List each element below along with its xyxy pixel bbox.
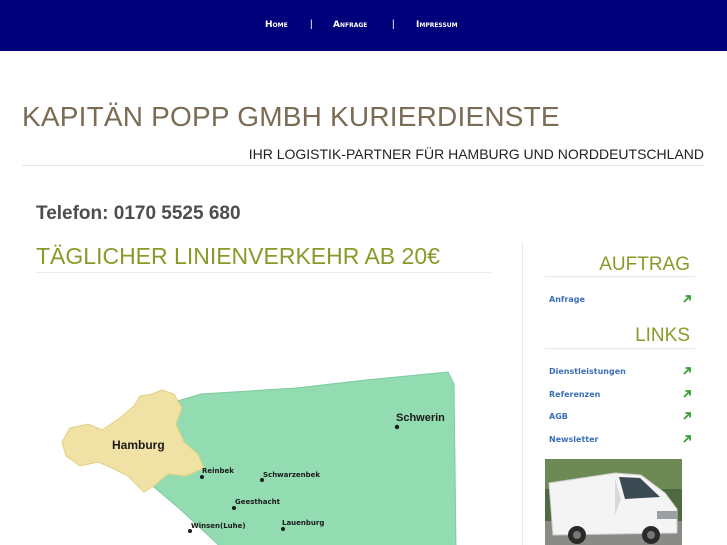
nav-home-link[interactable]: Home [265, 19, 288, 31]
sidebar-link-label: Referenzen [549, 390, 601, 399]
sidebar-link-dienstleistungen[interactable]: Dienstleistungen [549, 366, 695, 380]
arrow-up-right-icon [683, 435, 691, 443]
map-label-geesthacht: Geesthacht [235, 498, 281, 506]
site-subtitle: IHR LOGISTIK-PARTNER FÜR HAMBURG UND NOR… [248, 146, 704, 162]
sidebar-link-anfrage[interactable]: Anfrage [549, 294, 695, 308]
header-divider [22, 165, 704, 166]
map-point-geesthacht [232, 506, 236, 510]
sidebar-divider [545, 348, 695, 349]
nav-separator: | [310, 19, 313, 30]
sidebar-link-referenzen[interactable]: Referenzen [549, 389, 695, 403]
sidebar-heading-links: LINKS [635, 325, 690, 346]
sidebar-heading-auftrag: AUFTRAG [599, 254, 690, 275]
map-label-winsen: Winsen(Luhe) [191, 522, 246, 530]
map-label-lauenburg: Lauenburg [282, 519, 324, 527]
sidebar-link-label: Dienstleistungen [549, 367, 626, 376]
sidebar-link-label: Anfrage [549, 295, 585, 304]
page-headline: TÄGLICHER LINIENVERKEHR AB 20€ [36, 243, 440, 269]
delivery-van-image [545, 459, 682, 545]
map-label-reinbek: Reinbek [202, 467, 234, 475]
arrow-up-right-icon [683, 367, 691, 375]
map-point-reinbek [200, 475, 204, 479]
main-nav: Home | Anfrage | Impressum [0, 19, 727, 33]
phone-number: Telefon: 0170 5525 680 [36, 203, 241, 224]
site-title: KAPITÄN POPP GMBH KURIERDIENSTE [22, 101, 560, 132]
headline-divider [36, 272, 491, 273]
sidebar-divider [545, 276, 695, 277]
sidebar-link-label: Newsletter [549, 435, 599, 444]
map-label-schwerin: Schwerin [396, 412, 445, 424]
map-point-schwerin [394, 424, 400, 430]
arrow-up-right-icon [683, 412, 691, 420]
sidebar-link-agb[interactable]: AGB [549, 411, 695, 425]
sidebar-link-newsletter[interactable]: Newsletter [549, 434, 695, 448]
nav-anfrage-link[interactable]: Anfrage [333, 19, 367, 31]
top-navigation-bar: Home | Anfrage | Impressum [0, 0, 727, 51]
sidebar-link-label: AGB [549, 412, 568, 421]
nav-separator: | [392, 19, 395, 30]
arrow-up-right-icon [683, 295, 691, 303]
arrow-up-right-icon [683, 390, 691, 398]
map-point-lauenburg [281, 527, 285, 531]
map-label-schwarzenbek: Schwarzenbek [263, 471, 320, 479]
map-label-hamburg: Hamburg [112, 438, 165, 452]
column-divider [522, 242, 523, 545]
service-area-map: Hamburg Schwerin Reinbek Schwarzenbek Ge… [61, 371, 457, 545]
nav-impressum-link[interactable]: Impressum [416, 19, 458, 31]
